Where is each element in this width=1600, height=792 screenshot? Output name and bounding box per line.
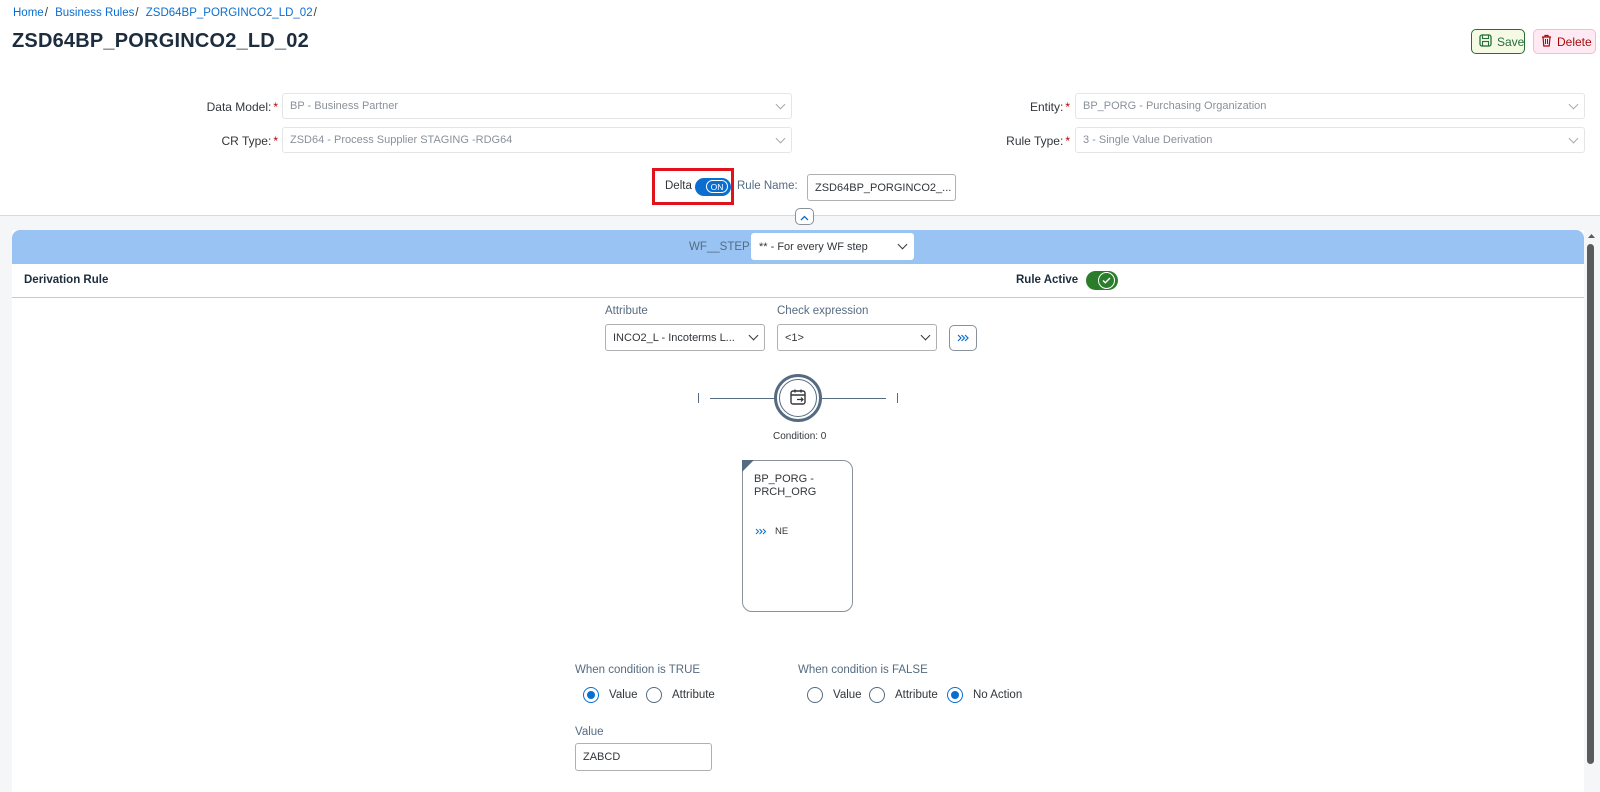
condition-operator: NE bbox=[775, 526, 789, 537]
breadcrumb-separator: / bbox=[44, 7, 48, 19]
breadcrumb-business-rules[interactable]: Business Rules bbox=[55, 7, 134, 19]
data-model-select[interactable]: BP - Business Partner bbox=[282, 93, 792, 119]
check-expression-label: Check expression bbox=[777, 305, 869, 317]
scrollbar-thumb[interactable] bbox=[1587, 244, 1594, 764]
rule-type-label: Rule Type: * bbox=[1006, 134, 1070, 148]
false-no-action-option: No Action bbox=[973, 689, 1023, 701]
condition-true-label: When condition is TRUE bbox=[575, 664, 701, 676]
branch-line bbox=[822, 398, 886, 399]
save-button[interactable]: Save bbox=[1471, 29, 1525, 54]
false-attribute-option: Attribute bbox=[895, 689, 938, 701]
chevron-down-icon bbox=[920, 330, 931, 341]
delete-button[interactable]: Delete bbox=[1533, 29, 1596, 54]
true-value-radio[interactable] bbox=[583, 687, 599, 703]
branch-tick bbox=[698, 393, 699, 403]
breadcrumb-separator: / bbox=[313, 7, 317, 19]
highlight-box bbox=[652, 168, 734, 205]
attribute-value: INCO2_L - Incoterms L... bbox=[613, 331, 735, 344]
condition-card-title: BP_PORG - PRCH_ORG bbox=[754, 473, 817, 498]
attribute-label: Attribute bbox=[605, 305, 648, 317]
breadcrumb-home[interactable]: Home bbox=[13, 7, 44, 19]
condition-card[interactable]: BP_PORG - PRCH_ORG NE bbox=[742, 460, 853, 612]
breadcrumb-separator: / bbox=[135, 7, 139, 19]
corner-fold-icon bbox=[742, 460, 754, 472]
true-attribute-option: Attribute bbox=[672, 689, 715, 701]
wf-step-label: WF__STEP: bbox=[689, 241, 753, 253]
entity-value: BP_PORG - Purchasing Organization bbox=[1083, 100, 1267, 112]
value-label: Value bbox=[575, 726, 604, 738]
check-icon bbox=[1098, 272, 1115, 289]
condition-node-inner bbox=[779, 379, 817, 417]
chevron-down-icon bbox=[1568, 133, 1579, 143]
chevron-down-icon bbox=[775, 99, 786, 109]
chevron-up-icon bbox=[800, 210, 809, 224]
entity-select[interactable]: BP_PORG - Purchasing Organization bbox=[1075, 93, 1585, 119]
save-button-label: Save bbox=[1497, 34, 1525, 49]
wf-step-select[interactable]: ** - For every WF step bbox=[751, 233, 914, 260]
cr-type-select[interactable]: ZSD64 - Process Supplier STAGING -RDG64 bbox=[282, 127, 792, 153]
check-expression-select[interactable]: <1> bbox=[777, 324, 937, 351]
wf-step-value: ** - For every WF step bbox=[759, 240, 868, 253]
delete-button-label: Delete bbox=[1557, 34, 1592, 49]
rule-type-select[interactable]: 3 - Single Value Derivation bbox=[1075, 127, 1585, 153]
value-input[interactable]: ZABCD bbox=[575, 743, 712, 771]
chevron-down-icon bbox=[897, 239, 908, 250]
check-expression-value: <1> bbox=[785, 331, 804, 344]
condition-node[interactable] bbox=[774, 374, 822, 422]
false-attribute-radio[interactable] bbox=[869, 687, 885, 703]
attribute-select[interactable]: INCO2_L - Incoterms L... bbox=[605, 324, 765, 351]
expand-expression-button[interactable] bbox=[949, 325, 977, 351]
trash-icon bbox=[1541, 34, 1552, 50]
double-chevron-right-icon bbox=[755, 528, 766, 535]
entity-label: Entity: * bbox=[1029, 100, 1070, 114]
rule-name-label: Rule Name: bbox=[737, 180, 798, 192]
double-chevron-right-icon bbox=[957, 331, 969, 345]
cr-type-label: CR Type: * bbox=[221, 134, 278, 148]
data-model-label: Data Model: * bbox=[206, 100, 278, 114]
false-no-action-radio[interactable] bbox=[947, 687, 963, 703]
breadcrumb-current[interactable]: ZSD64BP_PORGINCO2_LD_02 bbox=[146, 7, 313, 19]
chevron-down-icon bbox=[1568, 99, 1579, 109]
rule-name-input[interactable]: ZSD64BP_PORGINCO2_... bbox=[807, 174, 956, 201]
collapse-header-button[interactable] bbox=[795, 208, 814, 225]
data-model-value: BP - Business Partner bbox=[290, 100, 399, 112]
condition-false-label: When condition is FALSE bbox=[798, 664, 928, 676]
save-icon bbox=[1479, 33, 1492, 50]
rule-active-toggle[interactable] bbox=[1086, 271, 1118, 290]
branch-line bbox=[710, 398, 774, 399]
breadcrumb: Home/ Business Rules/ ZSD64BP_PORGINCO2_… bbox=[13, 7, 321, 19]
page-title: ZSD64BP_PORGINCO2_LD_02 bbox=[12, 30, 309, 52]
derivation-rule-title: Derivation Rule bbox=[24, 274, 109, 286]
false-value-radio[interactable] bbox=[807, 687, 823, 703]
true-value-option: Value bbox=[609, 689, 638, 701]
chevron-down-icon bbox=[775, 133, 786, 143]
false-value-option: Value bbox=[833, 689, 862, 701]
branch-tick bbox=[897, 393, 898, 403]
rule-active-label: Rule Active bbox=[1016, 274, 1079, 286]
chevron-down-icon bbox=[748, 330, 759, 341]
true-attribute-radio[interactable] bbox=[646, 687, 662, 703]
cr-type-value: ZSD64 - Process Supplier STAGING -RDG64 bbox=[290, 134, 513, 146]
rule-type-value: 3 - Single Value Derivation bbox=[1083, 134, 1213, 146]
divider bbox=[12, 297, 1584, 298]
condition-count-label: Condition: 0 bbox=[773, 431, 827, 442]
scroll-up-icon[interactable] bbox=[1588, 233, 1595, 238]
